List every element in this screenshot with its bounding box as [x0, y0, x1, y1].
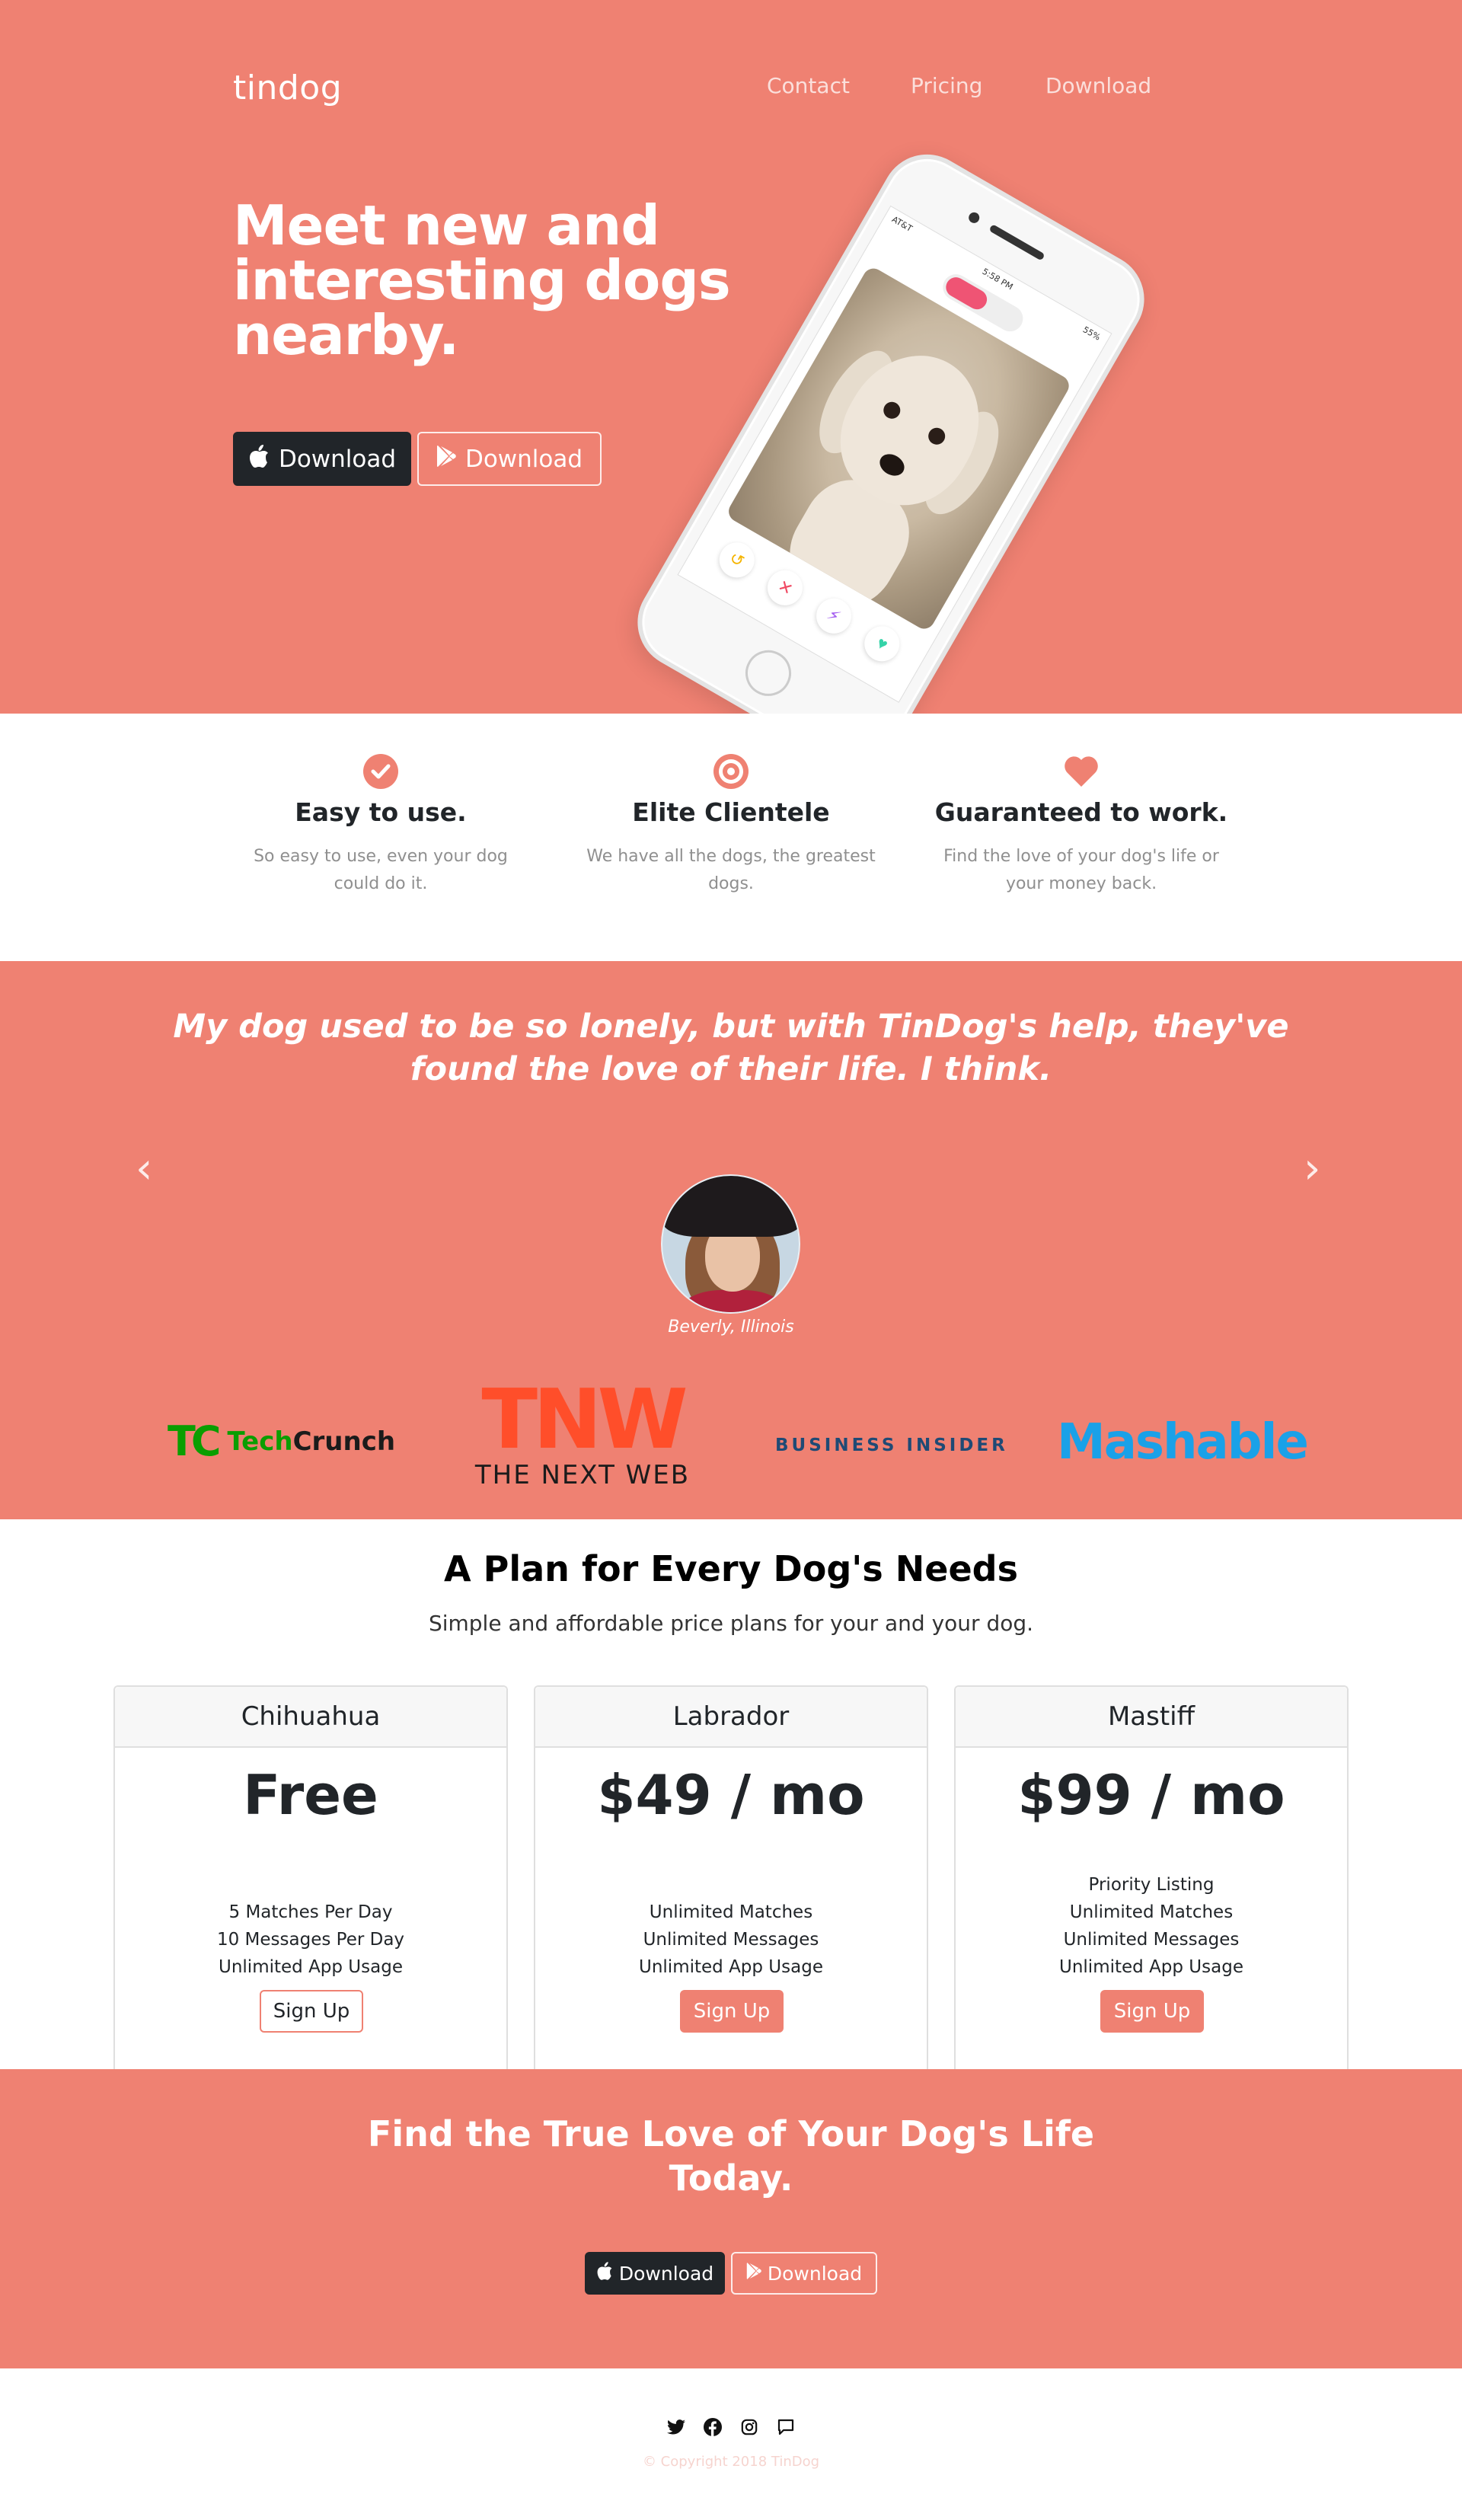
hero-title: Meet new and interesting dogs nearby. — [233, 193, 731, 367]
plan-feature: Unlimited Messages — [643, 1930, 819, 1950]
apple-icon — [248, 444, 270, 474]
plan-feature: Unlimited Messages — [1063, 1930, 1240, 1950]
play-download-label: Download — [464, 445, 583, 473]
facebook-icon[interactable] — [703, 2417, 723, 2437]
bolt-icon: ⚡ — [809, 592, 858, 640]
plan-card-mastiff: Mastiff $99 / mo Priority Listing Unlimi… — [954, 1685, 1349, 2069]
plan-feature: Priority Listing — [1088, 1875, 1215, 1895]
plan-feature: Unlimited Matches — [1069, 1902, 1234, 1922]
heart-icon: ♥ — [858, 620, 906, 668]
mashable-logo: Mashable — [1057, 1414, 1309, 1471]
battery-label: 55% — [1081, 324, 1103, 343]
cta-play-download-button[interactable]: Download — [731, 2252, 877, 2295]
pricing-section: A Plan for Every Dog's Needs Simple and … — [0, 1519, 1462, 2069]
google-play-icon — [436, 445, 456, 474]
tnw-mark: TNW — [481, 1372, 688, 1468]
plan-price: $99 / mo — [1017, 1763, 1285, 1827]
techcrunch-right: Crunch — [292, 1426, 396, 1457]
plan-features: Priority Listing Unlimited Matches Unlim… — [956, 1871, 1347, 1981]
hero-section: tindog Contact Pricing Download Meet new… — [0, 0, 1462, 714]
sign-up-button[interactable]: Sign Up — [260, 1990, 363, 2033]
nav-link-download[interactable]: Download — [1045, 73, 1151, 98]
plan-price: $49 / mo — [597, 1763, 865, 1827]
feature-title: Elite Clientele — [632, 797, 830, 827]
message-icon[interactable] — [776, 2417, 796, 2437]
bullseye-icon — [713, 753, 749, 790]
check-circle-icon — [362, 753, 399, 790]
features-section: Easy to use. So easy to use, even your d… — [0, 714, 1462, 961]
techcrunch-left: Tech — [227, 1426, 293, 1457]
google-play-icon — [746, 2262, 761, 2285]
plan-card-chihuahua: Chihuahua Free 5 Matches Per Day 10 Mess… — [113, 1685, 508, 2069]
close-icon: ✕ — [761, 564, 809, 612]
tnw-logo: TNW THE NEXT WEB — [466, 1372, 699, 1491]
plan-price: Free — [243, 1763, 378, 1827]
feature-text: Find the love of your dog's life or your… — [943, 847, 1219, 893]
plan-feature: Unlimited Matches — [649, 1902, 813, 1922]
instagram-icon[interactable] — [739, 2417, 759, 2437]
pricing-subtitle: Simple and affordable price plans for yo… — [428, 1611, 1034, 1636]
carrier-label: AT&T — [890, 214, 915, 235]
footer: © Copyright 2018 TinDog — [0, 2368, 1462, 2520]
plan-feature: 5 Matches Per Day — [228, 1902, 393, 1922]
testimonial-carousel: My dog used to be so lonely, but with Ti… — [0, 961, 1462, 1359]
plan-feature: Unlimited App Usage — [219, 1957, 403, 1977]
plan-feature: Unlimited App Usage — [1059, 1957, 1243, 1977]
cta-apple-download-label: Download — [618, 2262, 714, 2285]
testimonial-quote: My dog used to be so lonely, but with Ti… — [173, 1008, 1289, 1088]
social-links — [0, 2417, 1462, 2437]
business-insider-logo: BUSINESS INSIDER — [775, 1436, 1008, 1455]
brand-logo[interactable]: tindog — [233, 69, 342, 107]
testimonial-caption: Beverly, Illinois — [668, 1317, 794, 1337]
plan-feature: 10 Messages Per Day — [216, 1930, 405, 1950]
plan-name: Labrador — [535, 1687, 927, 1748]
undo-icon: ↺ — [713, 535, 761, 584]
cta-play-download-label: Download — [767, 2262, 863, 2285]
cta-title: Find the True Love of Your Dog's Life To… — [367, 2113, 1095, 2199]
plan-features: Unlimited Matches Unlimited Messages Unl… — [535, 1899, 927, 1981]
carousel-prev-icon[interactable]: ‹ — [136, 1144, 152, 1193]
press-section: TC TechCrunch TNW THE NEXT WEB BUSINESS … — [0, 1359, 1462, 1519]
plan-name: Mastiff — [956, 1687, 1347, 1748]
nav-link-contact[interactable]: Contact — [767, 73, 850, 98]
plan-card-labrador: Labrador $49 / mo Unlimited Matches Unli… — [534, 1685, 928, 2069]
feature-title: Easy to use. — [295, 797, 467, 827]
play-download-button[interactable]: Download — [417, 432, 602, 486]
plan-name: Chihuahua — [115, 1687, 506, 1748]
plan-features: 5 Matches Per Day 10 Messages Per Day Un… — [115, 1899, 506, 1981]
copyright-text: © Copyright 2018 TinDog — [642, 2454, 820, 2470]
tnw-text: THE NEXT WEB — [474, 1460, 691, 1490]
feature-title: Guaranteed to work. — [934, 797, 1228, 827]
cta-apple-download-button[interactable]: Download — [585, 2252, 725, 2295]
feature-text: So easy to use, even your dog could do i… — [254, 847, 508, 893]
testimonial-avatar — [661, 1174, 800, 1314]
apple-download-label: Download — [278, 445, 397, 473]
twitter-icon[interactable] — [666, 2417, 686, 2437]
nav-link-pricing[interactable]: Pricing — [911, 73, 982, 98]
sign-up-button[interactable]: Sign Up — [1100, 1990, 1204, 2033]
apple-icon — [596, 2261, 613, 2285]
carousel-next-icon[interactable]: › — [1304, 1144, 1320, 1193]
pricing-title: A Plan for Every Dog's Needs — [444, 1548, 1018, 1589]
sign-up-button[interactable]: Sign Up — [680, 1990, 784, 2033]
plan-feature: Unlimited App Usage — [639, 1957, 823, 1977]
navbar: tindog Contact Pricing Download — [0, 61, 1462, 114]
techcrunch-logo: TC TechCrunch — [168, 1417, 395, 1465]
apple-download-button[interactable]: Download — [233, 432, 411, 486]
feature-text: We have all the dogs, the greatest dogs. — [586, 847, 876, 893]
techcrunch-mark: TC — [168, 1417, 222, 1465]
cta-section: Find the True Love of Your Dog's Life To… — [0, 2069, 1462, 2368]
heart-icon — [1063, 753, 1100, 790]
